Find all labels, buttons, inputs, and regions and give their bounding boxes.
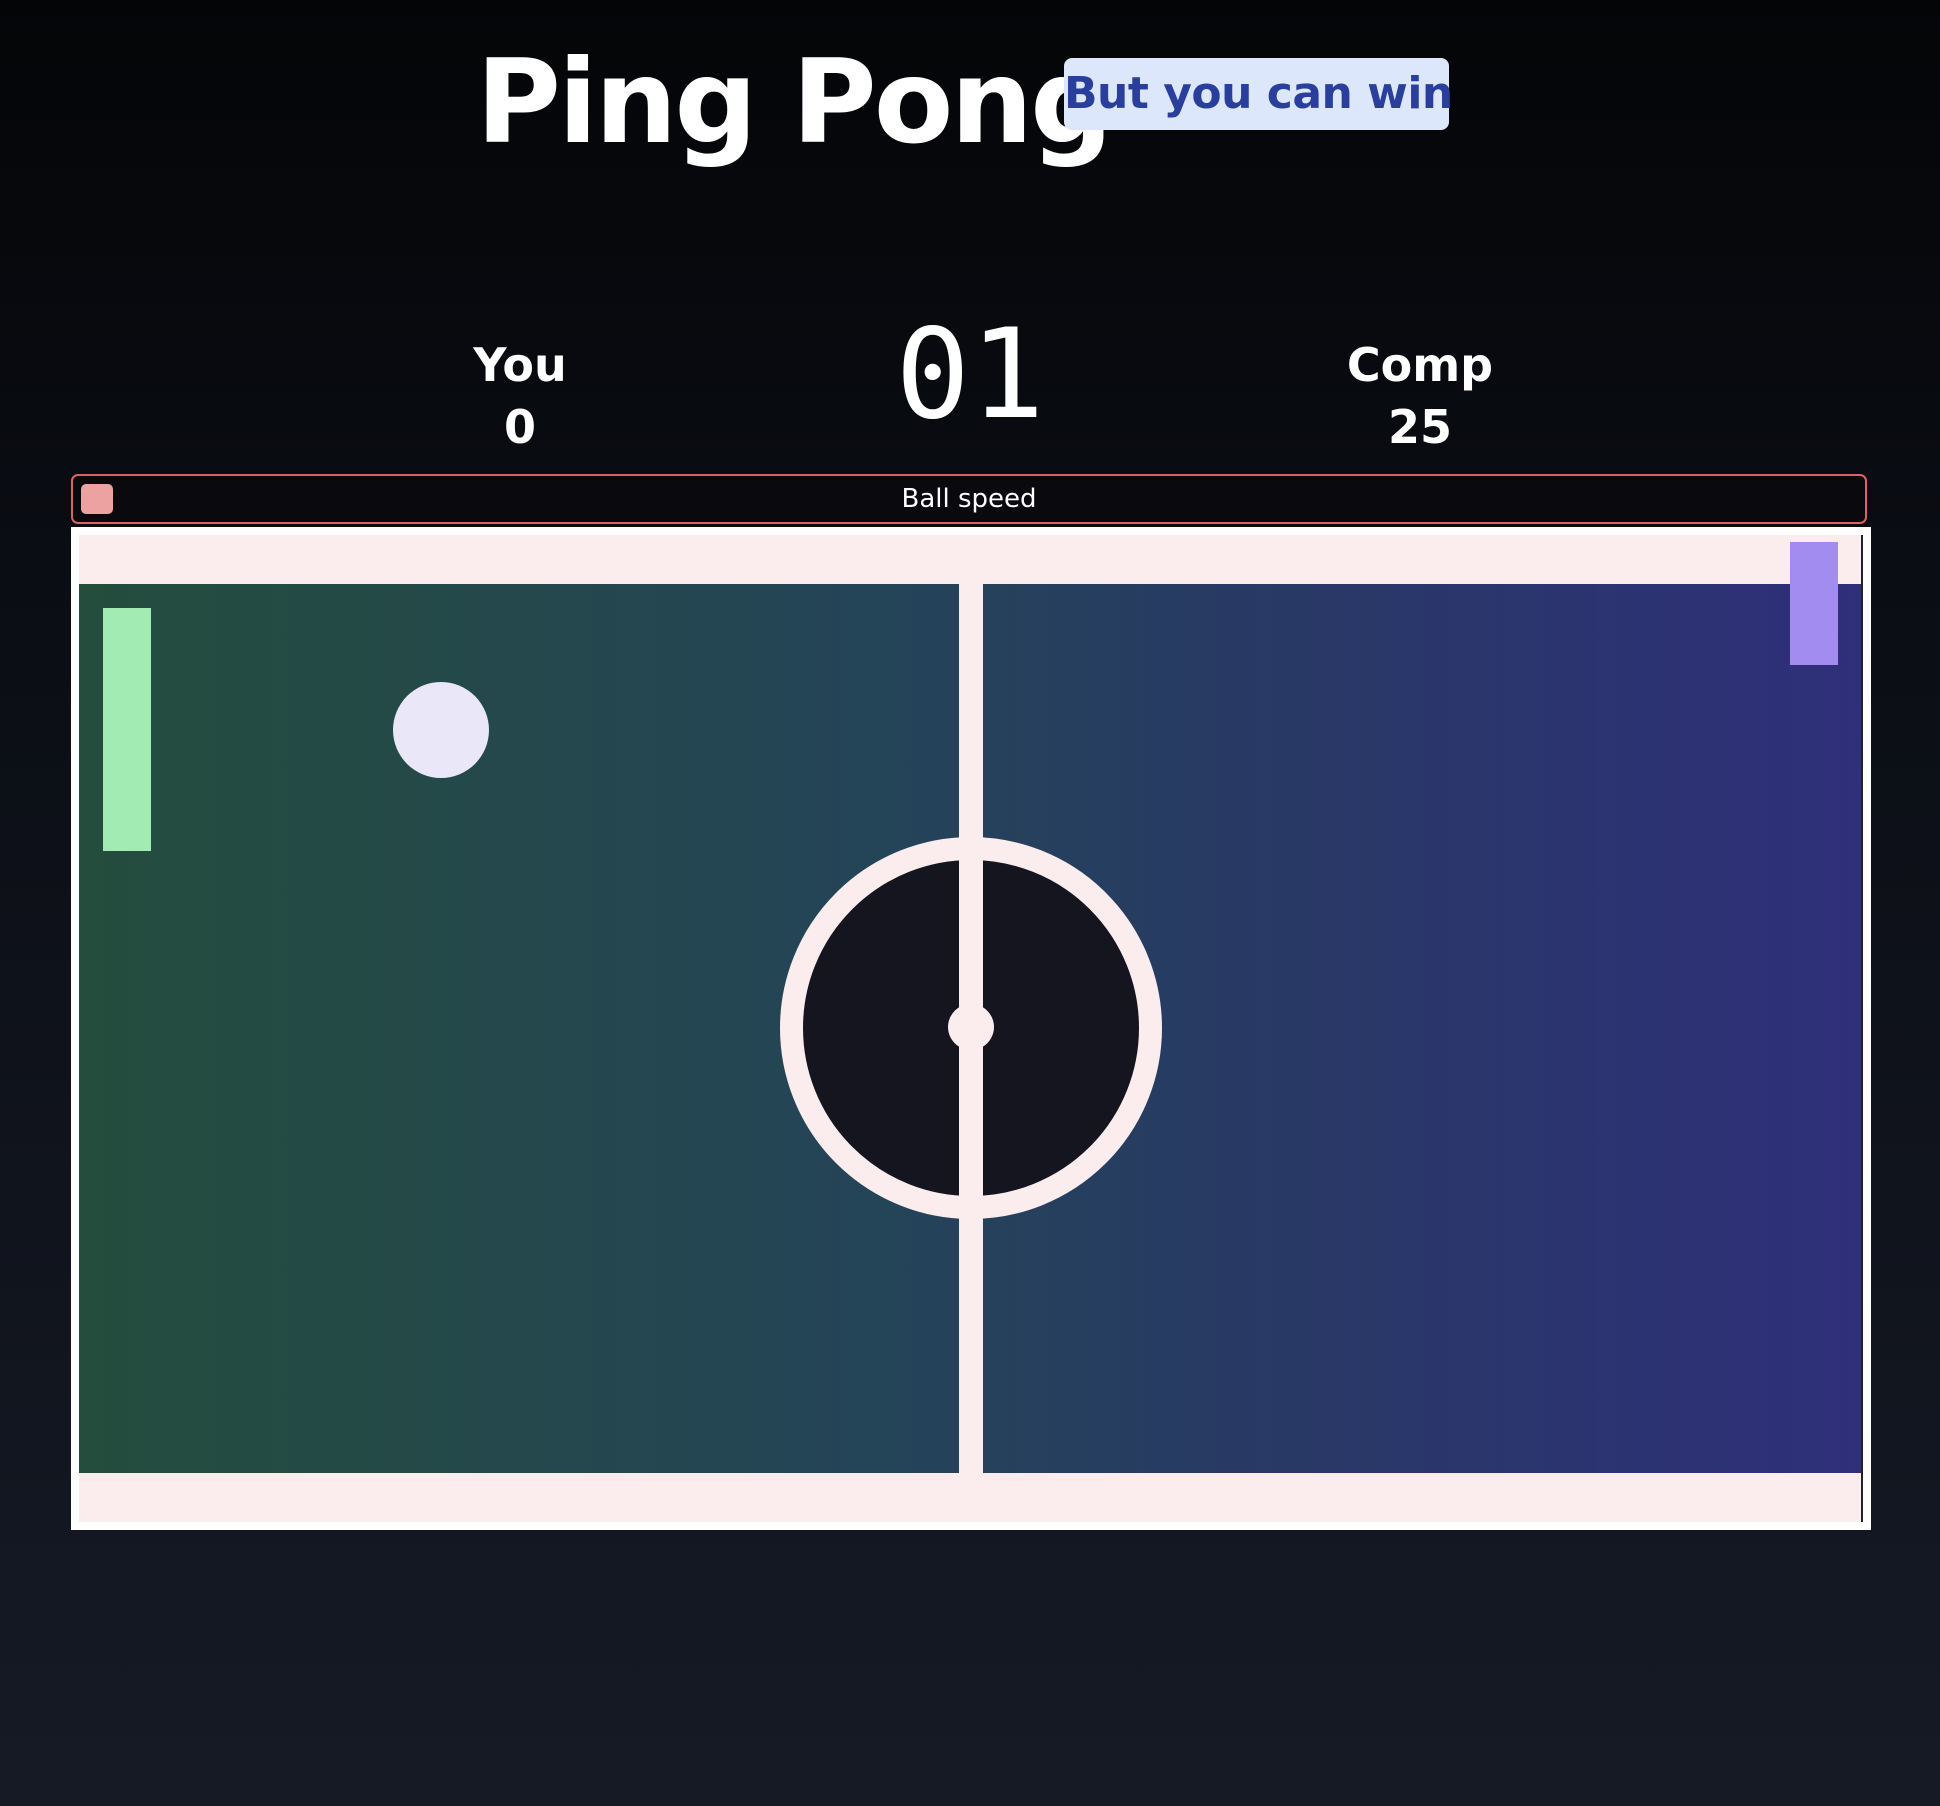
player-label: You xyxy=(473,338,567,392)
player-paddle[interactable] xyxy=(103,608,151,851)
center-spot xyxy=(948,1004,994,1050)
player-score: 0 xyxy=(503,400,536,454)
computer-paddle xyxy=(1790,542,1838,665)
ball-speed-bar: Ball speed xyxy=(71,474,1867,524)
ball-speed-label: Ball speed xyxy=(901,484,1037,514)
ball xyxy=(393,682,489,778)
game-board[interactable] xyxy=(71,527,1871,1530)
court xyxy=(79,535,1863,1522)
page-title: Ping Pong xyxy=(476,35,1113,170)
computer-score: 25 xyxy=(1387,400,1452,454)
computer-label: Comp xyxy=(1346,338,1494,392)
tagline-badge: But you can win xyxy=(1064,58,1453,130)
round-timer: 01 xyxy=(895,303,1045,447)
computer-score-panel: Comp 25 xyxy=(1270,334,1570,458)
player-score-panel: You 0 xyxy=(370,334,670,458)
